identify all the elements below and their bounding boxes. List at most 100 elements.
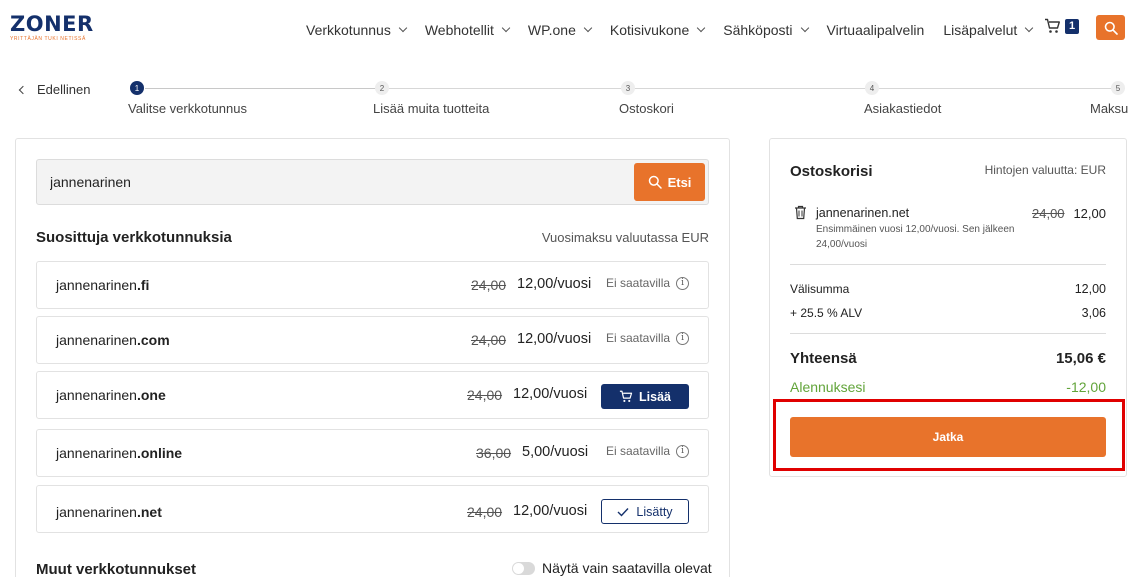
- nav-label: Virtuaalipalvelin: [826, 22, 925, 38]
- total-label: Yhteensä: [790, 350, 857, 367]
- nav-label: Kotisivukone: [609, 22, 690, 38]
- price: 12,00/vuosi: [517, 331, 592, 347]
- nav-item-lisapalvelut[interactable]: Lisäpalvelut: [943, 22, 1034, 38]
- price: 5,00/vuosi: [522, 444, 589, 460]
- domain-base: jannenarinen: [56, 445, 137, 461]
- chevron-left-icon: [18, 85, 28, 94]
- domain-name: jannenarinen.fi: [56, 277, 149, 293]
- step-5-label: Maksu: [1090, 101, 1129, 116]
- nav-item-wp-one[interactable]: WP.one: [528, 22, 593, 38]
- price: 12,00/vuosi: [513, 386, 588, 402]
- chevron-down-icon: [697, 23, 706, 33]
- cart-icon: [619, 390, 633, 403]
- domain-name: jannenarinen.one: [56, 387, 166, 403]
- logo-wordmark: ZONER: [10, 12, 94, 36]
- price: 12,00/vuosi: [517, 276, 592, 292]
- discount-label: Alennuksesi: [790, 379, 866, 395]
- search-icon: [648, 175, 662, 189]
- step-3-label: Ostoskori: [619, 101, 674, 116]
- old-price: 24,00: [471, 277, 507, 293]
- availability-status: Ei saatavilla i: [606, 444, 690, 458]
- back-label: Edellinen: [37, 82, 91, 97]
- info-icon[interactable]: i: [676, 331, 690, 345]
- nav-item-webhotellit[interactable]: Webhotellit: [424, 22, 511, 38]
- header-search-button[interactable]: [1096, 15, 1125, 40]
- price: 12,00/vuosi: [513, 503, 588, 519]
- domain-base: jannenarinen: [56, 387, 137, 403]
- cart-item-old-price: 24,00: [1032, 206, 1065, 221]
- status-label: Ei saatavilla: [606, 331, 671, 345]
- cart-title: Ostoskorisi: [790, 163, 873, 180]
- old-price: 24,00: [467, 387, 503, 403]
- available-only-toggle[interactable]: [512, 562, 535, 575]
- domain-row-com: jannenarinen.com 24,00 12,00/vuosi Ei sa…: [36, 316, 709, 364]
- zoner-logo[interactable]: ZONER YRITTÄJÄN TUKI NETISSÄ: [10, 13, 94, 42]
- cart-icon: [1045, 18, 1060, 33]
- step-2-marker: 2: [375, 81, 389, 95]
- etsi-label: Etsi: [667, 174, 692, 190]
- domain-tld: .com: [136, 332, 170, 348]
- nav-label: Webhotellit: [424, 22, 494, 38]
- domain-search-panel: Etsi Suosittuja verkkotunnuksia Vuosimak…: [15, 138, 730, 577]
- domain-search-input[interactable]: [50, 172, 610, 192]
- domain-row-one: jannenarinen.one 24,00 12,00/vuosi Lisää: [36, 371, 709, 419]
- total-value: 15,06 €: [1055, 350, 1106, 367]
- old-price: 36,00: [476, 445, 512, 461]
- nav-item-sahkoposti[interactable]: Sähköposti: [723, 22, 809, 38]
- step-1-label: Valitse verkkotunnus: [128, 101, 247, 116]
- info-icon[interactable]: i: [676, 276, 690, 290]
- domain-base: jannenarinen: [56, 277, 137, 293]
- vat-value: 3,06: [1081, 306, 1106, 320]
- domain-tld: .fi: [136, 277, 150, 293]
- add-domain-button[interactable]: Lisää: [601, 384, 689, 409]
- step-3-marker: 3: [621, 81, 635, 95]
- old-price: 24,00: [467, 504, 503, 520]
- step-4-label: Asiakastiedot: [864, 101, 942, 116]
- check-icon: [617, 507, 629, 517]
- trash-icon[interactable]: [794, 205, 807, 220]
- currency-note: Vuosimaksu valuutassa EUR: [541, 230, 709, 245]
- nav-item-kotisivukone[interactable]: Kotisivukone: [609, 22, 706, 38]
- status-label: Ei saatavilla: [606, 276, 671, 290]
- toggle-label: Näytä vain saatavilla olevat: [542, 560, 712, 576]
- nav-item-verkkotunnus[interactable]: Verkkotunnus: [306, 22, 408, 38]
- domain-base: jannenarinen: [56, 504, 137, 520]
- step-5-marker: 5: [1111, 81, 1125, 95]
- domain-tld: .online: [136, 445, 183, 461]
- status-label: Ei saatavilla: [606, 444, 671, 458]
- header-cart[interactable]: 1: [1044, 18, 1079, 34]
- chevron-down-icon: [800, 23, 809, 33]
- chevron-down-icon: [398, 23, 408, 33]
- cart-item-price: 12,00: [1073, 206, 1106, 221]
- old-price: 24,00: [471, 332, 507, 348]
- domain-name: jannenarinen.online: [56, 445, 182, 461]
- add-label: Lisää: [639, 389, 671, 404]
- chevron-down-icon: [583, 23, 593, 33]
- domain-base: jannenarinen: [56, 332, 137, 348]
- discount-value: -12,00: [1066, 379, 1106, 395]
- main-nav: Verkkotunnus Webhotellit WP.one Kotisivu…: [306, 20, 1051, 40]
- chevron-down-icon: [501, 23, 511, 33]
- stepper-track-progress: [145, 88, 375, 89]
- info-icon[interactable]: i: [676, 444, 690, 458]
- search-icon: [1104, 21, 1118, 35]
- added-label: Lisätty: [636, 504, 673, 519]
- nav-label: Lisäpalvelut: [943, 22, 1018, 38]
- divider: [790, 333, 1106, 334]
- divider: [790, 264, 1106, 265]
- other-domains-title: Muut verkkotunnukset: [36, 561, 197, 577]
- etsi-button[interactable]: Etsi: [634, 163, 705, 201]
- step-2-label: Lisää muita tuotteita: [373, 101, 490, 116]
- nav-item-virtuaalipalvelin[interactable]: Virtuaalipalvelin: [827, 22, 925, 38]
- domain-tld: .one: [136, 387, 166, 403]
- highlight-box: [773, 399, 1125, 471]
- domain-name: jannenarinen.com: [56, 332, 170, 348]
- back-link[interactable]: Edellinen: [18, 82, 91, 97]
- domain-row-fi: jannenarinen.fi 24,00 12,00/vuosi Ei saa…: [36, 261, 709, 309]
- added-domain-button[interactable]: Lisätty: [601, 499, 689, 524]
- step-4-marker: 4: [865, 81, 879, 95]
- domain-name: jannenarinen.net: [56, 504, 162, 520]
- domain-row-net: jannenarinen.net 24,00 12,00/vuosi Lisät…: [36, 485, 709, 533]
- availability-status: Ei saatavilla i: [606, 276, 690, 290]
- step-1-marker: 1: [130, 81, 144, 95]
